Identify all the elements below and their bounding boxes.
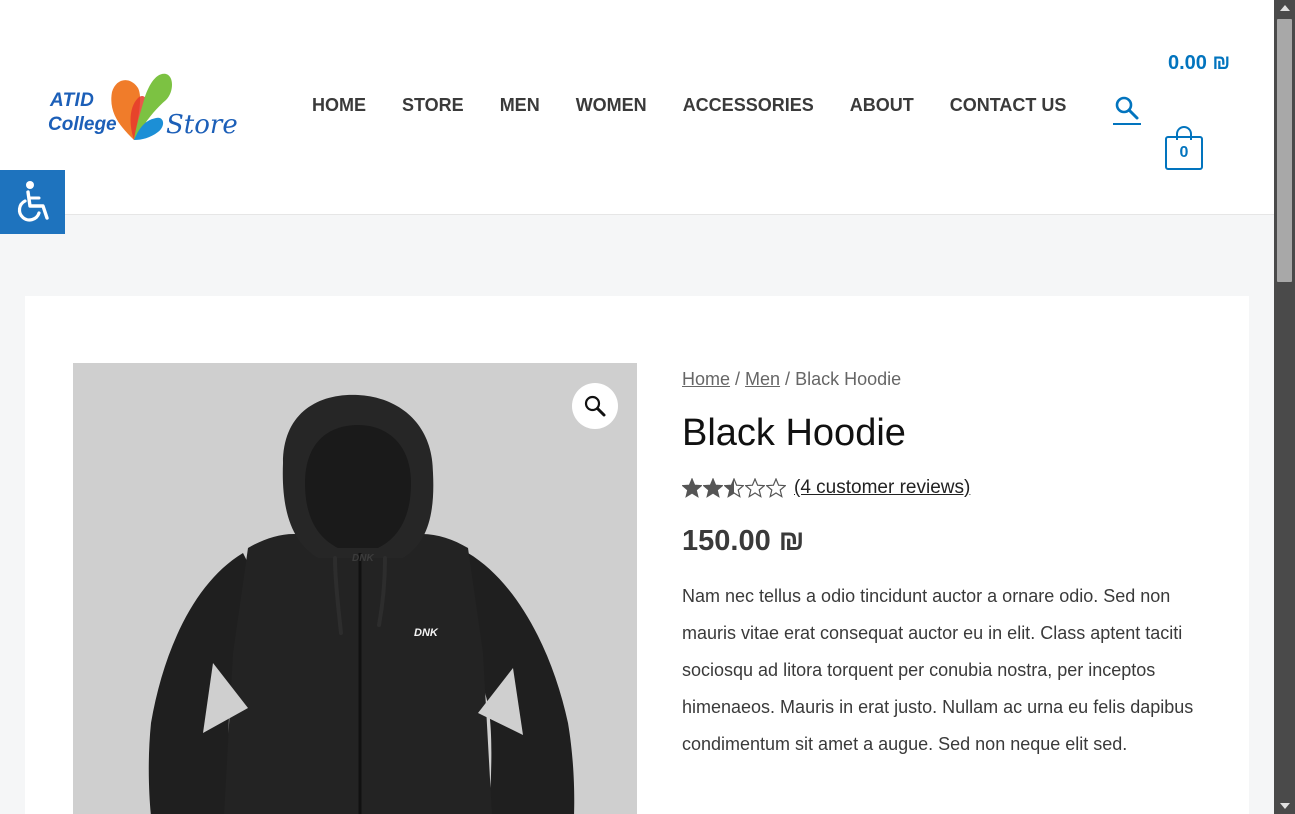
breadcrumb-separator: / bbox=[780, 369, 796, 389]
accessibility-toggle-button[interactable] bbox=[0, 170, 65, 234]
product-content-card: DNK DNK Home / Men / Black Hoodie Black … bbox=[25, 296, 1249, 814]
nav-item-accessories[interactable]: ACCESSORIES bbox=[683, 95, 814, 116]
nav-item-home[interactable]: HOME bbox=[312, 95, 366, 116]
product-price: 150.00 ₪ bbox=[682, 525, 805, 557]
cart-button[interactable]: 0 bbox=[1165, 126, 1203, 172]
logo-text-store: Store bbox=[166, 110, 238, 140]
star-icon bbox=[745, 478, 765, 498]
breadcrumb-separator: / bbox=[730, 369, 746, 389]
chest-print-text: DNK bbox=[414, 627, 438, 639]
scroll-up-arrow-icon[interactable] bbox=[1274, 0, 1295, 16]
scrollbar-thumb[interactable] bbox=[1277, 19, 1292, 282]
breadcrumb-current: Black Hoodie bbox=[795, 369, 902, 389]
breadcrumb-category-link[interactable]: Men bbox=[745, 369, 780, 389]
hood-print-text: DNK bbox=[352, 553, 374, 564]
logo-text-atid: ATID bbox=[50, 90, 95, 111]
product-rating: (4 customer reviews) bbox=[682, 475, 1212, 501]
nav-item-women[interactable]: WOMEN bbox=[576, 95, 647, 116]
main-navigation: HOME STORE MEN WOMEN ACCESSORIES ABOUT C… bbox=[312, 95, 1066, 116]
star-icon bbox=[766, 478, 786, 498]
product-summary: Home / Men / Black Hoodie Black Hoodie (… bbox=[682, 369, 1212, 763]
hoodie-image bbox=[148, 394, 575, 814]
logo-text-college: College bbox=[48, 114, 117, 135]
nav-item-store[interactable]: STORE bbox=[402, 95, 464, 116]
site-header: ATID College Store HOME STORE MEN WOMEN … bbox=[0, 0, 1274, 215]
magnifier-icon bbox=[584, 395, 606, 417]
star-icon bbox=[703, 478, 723, 498]
vertical-scrollbar[interactable] bbox=[1274, 0, 1295, 814]
star-rating bbox=[682, 478, 786, 498]
page-viewport: ATID College Store HOME STORE MEN WOMEN … bbox=[0, 0, 1274, 814]
star-icon bbox=[724, 478, 744, 498]
wheelchair-icon bbox=[17, 181, 49, 222]
reviews-link[interactable]: (4 customer reviews) bbox=[794, 477, 970, 499]
site-logo[interactable]: ATID College Store bbox=[46, 70, 246, 146]
product-title: Black Hoodie bbox=[682, 412, 906, 454]
nav-item-men[interactable]: MEN bbox=[500, 95, 540, 116]
breadcrumb: Home / Men / Black Hoodie bbox=[682, 369, 1212, 390]
star-icon bbox=[682, 478, 702, 498]
scroll-down-arrow-icon[interactable] bbox=[1274, 798, 1295, 814]
nav-item-contact-us[interactable]: CONTACT US bbox=[950, 95, 1067, 116]
cart-count-badge: 0 bbox=[1165, 136, 1203, 170]
product-image-gallery[interactable]: DNK DNK bbox=[73, 363, 637, 814]
nav-item-about[interactable]: ABOUT bbox=[850, 95, 914, 116]
breadcrumb-home-link[interactable]: Home bbox=[682, 369, 730, 389]
search-icon bbox=[1115, 96, 1139, 120]
search-button[interactable] bbox=[1113, 95, 1141, 125]
cart-total[interactable]: 0.00 ₪ bbox=[1168, 52, 1230, 75]
image-zoom-button[interactable] bbox=[572, 383, 618, 429]
product-description: Nam nec tellus a odio tincidunt auctor a… bbox=[682, 586, 1194, 754]
